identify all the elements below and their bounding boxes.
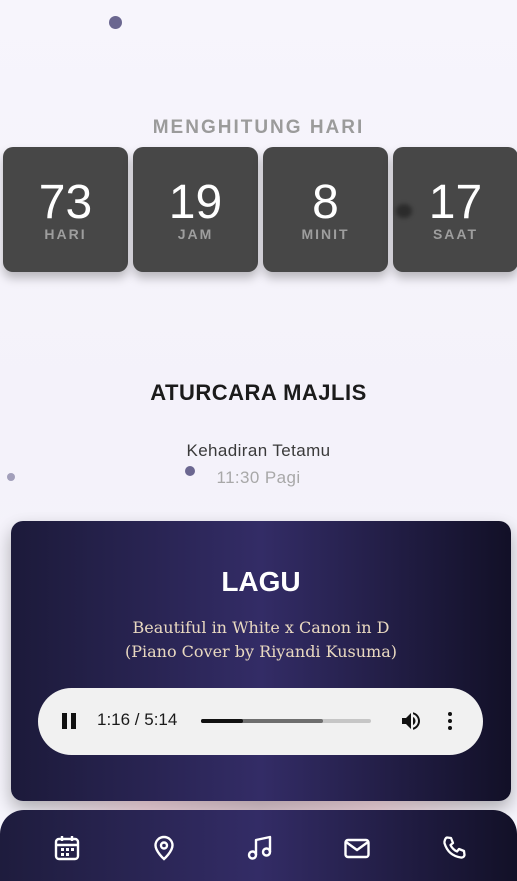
countdown-value: 73 [38, 176, 93, 229]
nav-phone[interactable] [441, 834, 469, 862]
more-options-button[interactable] [442, 709, 458, 733]
phone-icon [443, 836, 466, 859]
music-note-icon [247, 835, 272, 860]
event-time: 11:30 Pagi [216, 468, 301, 487]
mail-icon [344, 838, 370, 859]
nav-mail[interactable] [343, 834, 371, 862]
location-pin-icon [154, 835, 174, 861]
more-vert-icon [448, 712, 452, 730]
countdown-days: 73 HARI [3, 147, 128, 272]
seek-bar[interactable] [201, 719, 371, 723]
volume-button[interactable] [399, 709, 423, 733]
countdown-title: MENGHITUNG HARI [152, 117, 365, 138]
volume-icon [402, 712, 420, 730]
countdown-value: 8 [312, 176, 339, 229]
countdown-value: 17 [428, 176, 483, 229]
schedule-title: ATURCARA MAJLIS [150, 380, 367, 405]
calendar-icon [54, 836, 80, 861]
music-card: LAGU Beautiful in White x Canon in D (Pi… [11, 521, 511, 801]
nav-music[interactable] [246, 834, 274, 862]
nav-location[interactable] [150, 834, 178, 862]
countdown-minutes: 8 MINIT [263, 147, 388, 272]
pause-button[interactable] [60, 712, 78, 732]
countdown-label: SAAT [432, 226, 479, 242]
decorative-blob [396, 204, 412, 218]
countdown-label: JAM [177, 226, 214, 242]
progress-bar [201, 719, 243, 723]
event-name: Kehadiran Tetamu [186, 441, 331, 460]
countdown-hours: 19 JAM [133, 147, 258, 272]
countdown-value: 19 [168, 176, 223, 229]
nav-calendar[interactable] [53, 834, 81, 862]
countdown-label: HARI [44, 226, 87, 242]
countdown-boxes: 73 HARI 19 JAM 8 MINIT 17 SAAT [3, 147, 517, 272]
bottom-nav [0, 810, 517, 881]
time-display: 1:16 / 5:14 [97, 710, 178, 729]
song-title-line: Beautiful in White x Canon in D [132, 618, 390, 637]
countdown-label: MINIT [301, 226, 350, 242]
song-credit-line: (Piano Cover by Riyandi Kusuma) [124, 642, 398, 661]
music-title: LAGU [221, 566, 301, 597]
audio-player: 1:16 / 5:14 [38, 688, 483, 755]
decorative-dot [109, 16, 122, 29]
